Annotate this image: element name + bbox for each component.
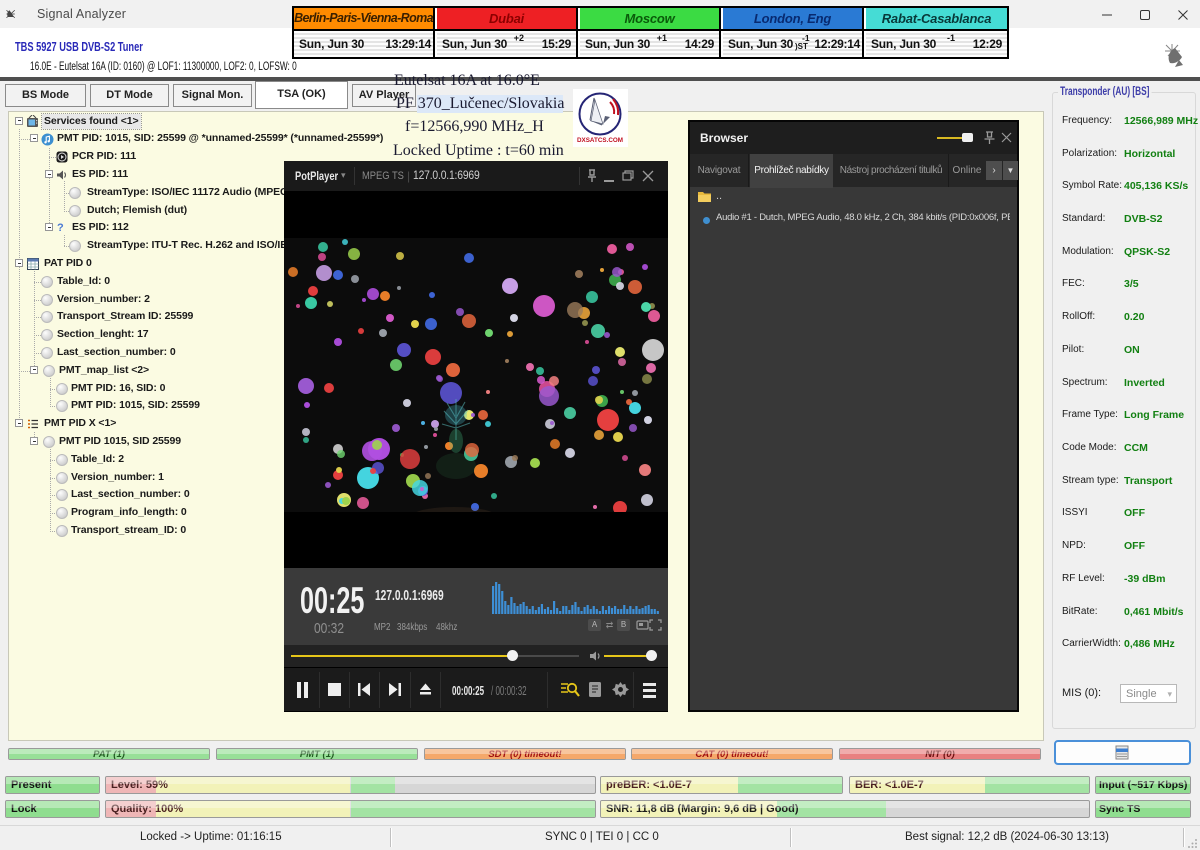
svg-text:DXSATCS.COM: DXSATCS.COM xyxy=(577,137,623,144)
